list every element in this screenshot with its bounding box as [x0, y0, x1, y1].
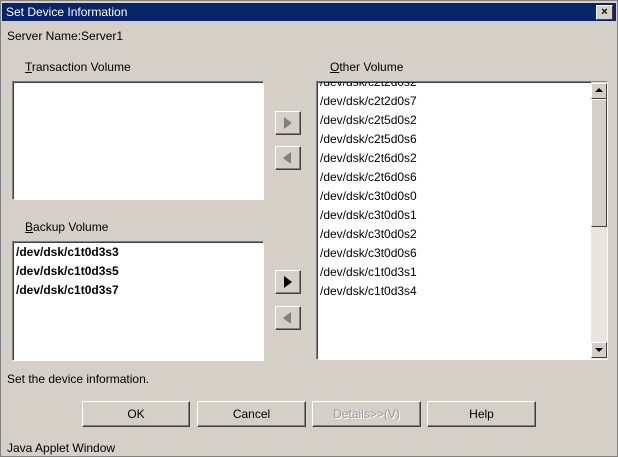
list-item[interactable]: /dev/dsk/c2t2d0s7: [317, 92, 589, 111]
arrow-right-icon: [284, 117, 292, 129]
applet-footer: Java Applet Window: [7, 441, 116, 455]
status-message: Set the device information.: [7, 372, 150, 386]
close-button[interactable]: ×: [596, 5, 613, 20]
dialog-window: Set Device Information × Server Name:Ser…: [0, 0, 618, 457]
backup-volume-label: Backup Volume: [25, 220, 109, 234]
remove-from-backup-button[interactable]: [275, 306, 301, 330]
vertical-scrollbar[interactable]: [591, 82, 607, 359]
list-item[interactable]: /dev/dsk/c2t2d0s2: [317, 82, 589, 92]
list-item[interactable]: /dev/dsk/c1t0d3s1: [317, 263, 589, 282]
list-item[interactable]: /dev/dsk/c2t5d0s6: [317, 130, 589, 149]
close-icon: ×: [601, 6, 608, 18]
arrow-up-icon: [595, 88, 603, 92]
list-item[interactable]: /dev/dsk/c3t0d0s2: [317, 225, 589, 244]
remove-from-transaction-button[interactable]: [275, 146, 301, 170]
move-to-transaction-button[interactable]: [275, 111, 301, 135]
transaction-volume-label: Transaction Volume: [25, 60, 131, 74]
window-title: Set Device Information: [6, 5, 128, 19]
transaction-volume-list[interactable]: [12, 81, 264, 200]
arrow-right-icon: [284, 276, 292, 288]
list-item[interactable]: /dev/dsk/c3t0d0s1: [317, 206, 589, 225]
list-item[interactable]: /dev/dsk/c2t6d0s2: [317, 149, 589, 168]
details-button[interactable]: Details>>(V): [312, 401, 421, 427]
scroll-thumb[interactable]: [591, 99, 607, 227]
arrow-down-icon: [595, 348, 603, 352]
list-item[interactable]: /dev/dsk/c1t0d3s5: [13, 262, 263, 281]
list-item[interactable]: /dev/dsk/c3t0d0s0: [317, 187, 589, 206]
cancel-button[interactable]: Cancel: [197, 401, 306, 427]
move-to-backup-button[interactable]: [275, 270, 301, 294]
title-bar[interactable]: Set Device Information ×: [2, 3, 616, 21]
list-item[interactable]: /dev/dsk/c1t0d3s7: [13, 281, 263, 300]
list-item[interactable]: /dev/dsk/c1t0d3s3: [13, 243, 263, 262]
list-item[interactable]: /dev/dsk/c2t6d0s6: [317, 168, 589, 187]
list-item[interactable]: /dev/dsk/c2t5d0s2: [317, 111, 589, 130]
arrow-left-icon: [283, 152, 291, 164]
list-item[interactable]: /dev/dsk/c1t0d3s4: [317, 282, 589, 301]
arrow-left-icon: [283, 312, 291, 324]
list-item[interactable]: /dev/dsk/c3t0d0s6: [317, 244, 589, 263]
scroll-up-button[interactable]: [591, 83, 607, 99]
ok-button[interactable]: OK: [82, 401, 190, 427]
help-button[interactable]: Help: [427, 401, 536, 427]
scroll-down-button[interactable]: [591, 342, 607, 358]
other-volume-label: Other Volume: [330, 60, 404, 74]
server-name-label: Server Name:Server1: [7, 29, 124, 43]
backup-volume-list[interactable]: /dev/dsk/c1t0d3s3/dev/dsk/c1t0d3s5/dev/d…: [12, 241, 264, 361]
other-volume-list[interactable]: /dev/dsk/c2t2d0s2/dev/dsk/c2t2d0s7/dev/d…: [316, 81, 608, 360]
